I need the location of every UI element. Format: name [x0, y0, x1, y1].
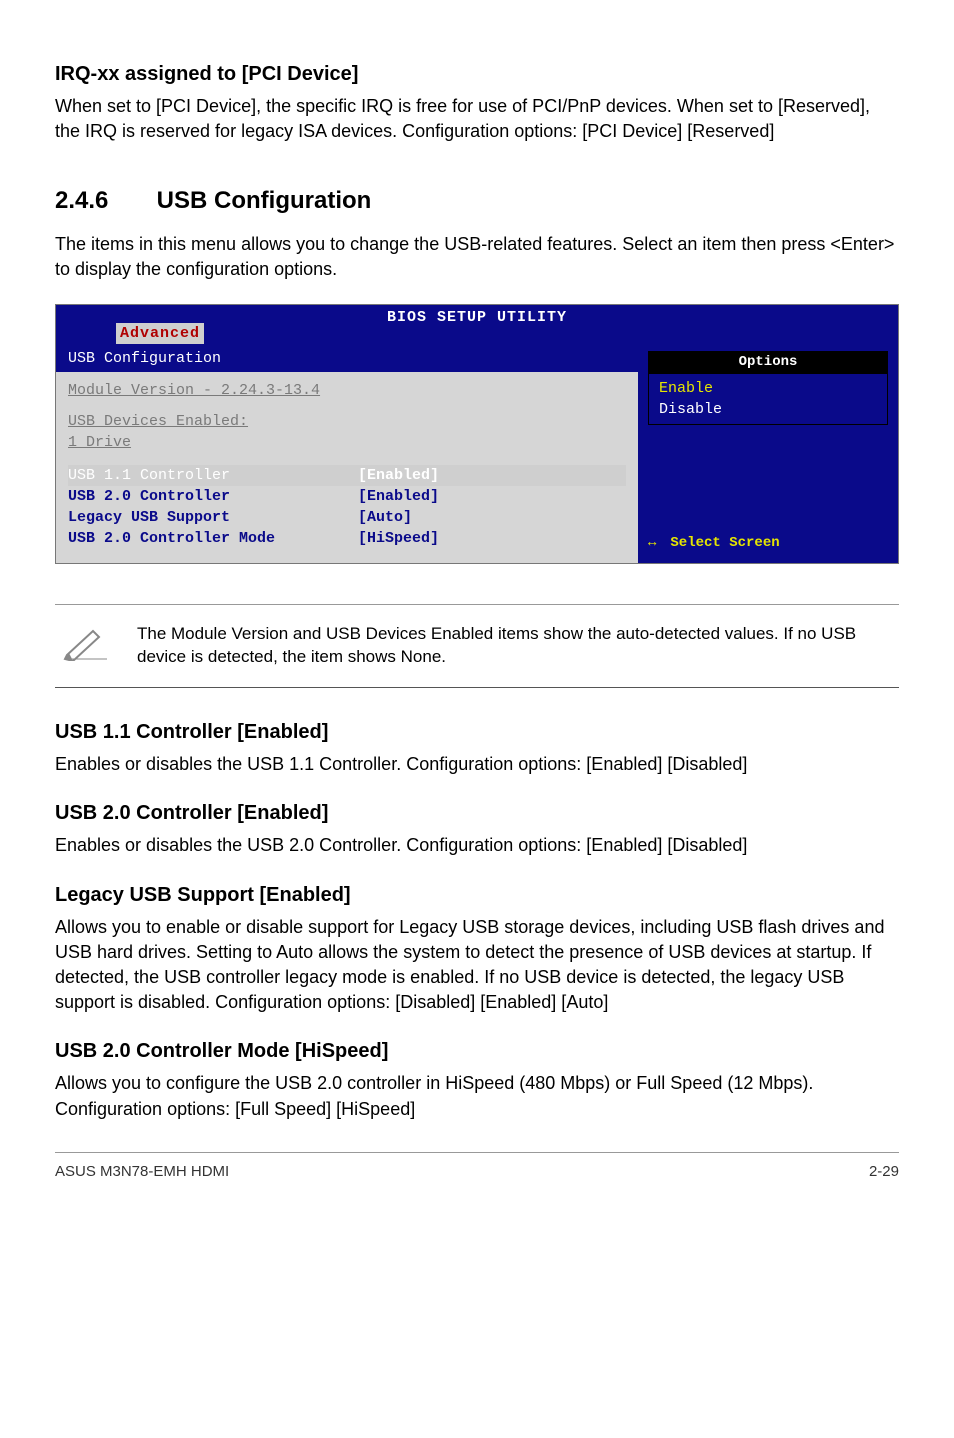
bios-item-value: [Auto] — [358, 507, 412, 528]
footer-right: 2-29 — [869, 1161, 899, 1182]
note-block: The Module Version and USB Devices Enabl… — [55, 604, 899, 688]
bios-option-disable[interactable]: Disable — [659, 399, 877, 420]
page-footer: ASUS M3N78-EMH HDMI 2-29 — [55, 1152, 899, 1182]
bios-item-usb20[interactable]: USB 2.0 Controller [Enabled] — [68, 486, 626, 507]
bios-options-header: Options — [649, 352, 887, 374]
bios-items: USB 1.1 Controller [Enabled] USB 2.0 Con… — [56, 461, 638, 563]
pencil-icon — [63, 625, 107, 668]
bios-item-label: USB 2.0 Controller — [68, 486, 358, 507]
section-number: 2.4.6 — [55, 184, 150, 218]
footer-left: ASUS M3N78-EMH HDMI — [55, 1161, 229, 1182]
note-text: The Module Version and USB Devices Enabl… — [137, 623, 891, 669]
bios-title-bar: BIOS SETUP UTILITY Advanced — [56, 305, 898, 345]
bios-help-hint: ↔ Select Screen — [648, 534, 888, 554]
bios-tab-advanced[interactable]: Advanced — [116, 323, 204, 344]
bios-right-pane: Options Enable Disable ↔ Select Screen — [638, 345, 898, 563]
usb20mode-text: Allows you to configure the USB 2.0 cont… — [55, 1071, 899, 1121]
bios-item-label: USB 1.1 Controller — [68, 465, 358, 486]
bios-item-usb20mode[interactable]: USB 2.0 Controller Mode [HiSpeed] — [68, 528, 626, 549]
bios-item-label: Legacy USB Support — [68, 507, 358, 528]
irq-text: When set to [PCI Device], the specific I… — [55, 94, 899, 144]
section-heading: 2.4.6 USB Configuration — [55, 184, 899, 218]
usb11-text: Enables or disables the USB 1.1 Controll… — [55, 752, 899, 777]
legacy-text: Allows you to enable or disable support … — [55, 915, 899, 1016]
section-title: USB Configuration — [157, 187, 372, 214]
bios-help-text: Select Screen — [670, 534, 779, 554]
bios-option-enable[interactable]: Enable — [659, 378, 877, 399]
irq-heading: IRQ-xx assigned to [PCI Device] — [55, 60, 899, 88]
bios-item-value: [Enabled] — [358, 465, 439, 486]
usb20mode-heading: USB 2.0 Controller Mode [HiSpeed] — [55, 1037, 899, 1065]
bios-body: USB Configuration Module Version - 2.24.… — [56, 345, 898, 563]
bios-devices-value: 1 Drive — [68, 432, 626, 453]
bios-module-version: Module Version - 2.24.3-13.4 — [68, 380, 626, 401]
bios-item-value: [Enabled] — [358, 486, 439, 507]
bios-panel: BIOS SETUP UTILITY Advanced USB Configur… — [55, 304, 899, 564]
bios-options-box: Options Enable Disable — [648, 351, 888, 425]
bios-item-legacy[interactable]: Legacy USB Support [Auto] — [68, 507, 626, 528]
bios-item-usb11[interactable]: USB 1.1 Controller [Enabled] — [68, 465, 626, 486]
section-intro: The items in this menu allows you to cha… — [55, 232, 899, 282]
arrow-icon: ↔ — [648, 534, 656, 554]
legacy-heading: Legacy USB Support [Enabled] — [55, 881, 899, 909]
bios-page-header: USB Configuration — [56, 345, 638, 372]
usb20-text: Enables or disables the USB 2.0 Controll… — [55, 833, 899, 858]
bios-left-pane: USB Configuration Module Version - 2.24.… — [56, 345, 638, 563]
usb20-heading: USB 2.0 Controller [Enabled] — [55, 799, 899, 827]
usb11-heading: USB 1.1 Controller [Enabled] — [55, 718, 899, 746]
bios-devices-label: USB Devices Enabled: — [68, 411, 626, 432]
bios-item-label: USB 2.0 Controller Mode — [68, 528, 358, 549]
bios-info-block: Module Version - 2.24.3-13.4 USB Devices… — [56, 372, 638, 461]
bios-item-value: [HiSpeed] — [358, 528, 439, 549]
